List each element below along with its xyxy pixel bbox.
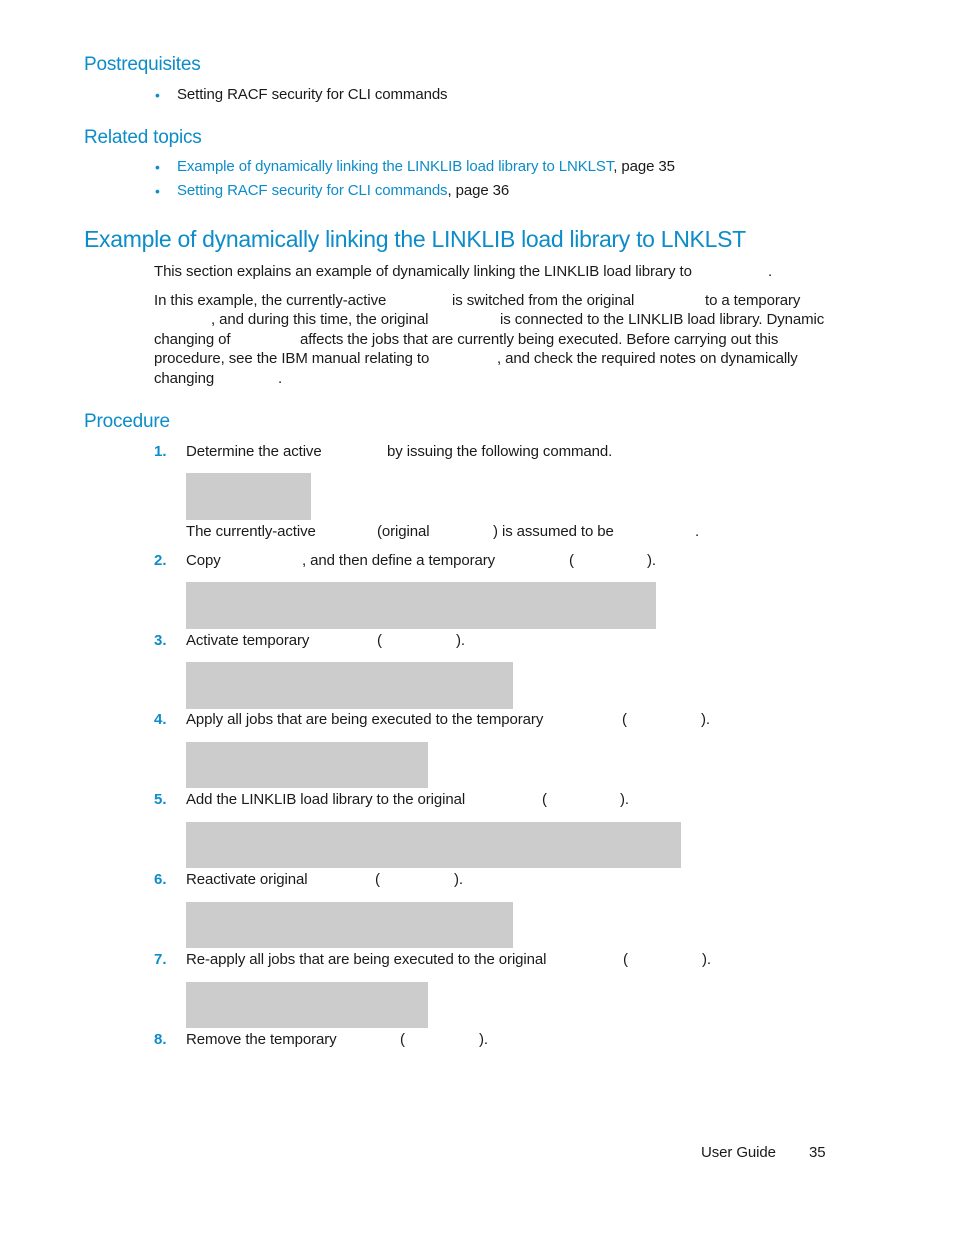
postrequisite-item: Setting RACF security for CLI commands	[177, 86, 448, 103]
para-text: is switched from the original	[452, 292, 635, 309]
step-text: Determine the active	[186, 443, 322, 460]
para-text: to a temporary	[705, 292, 801, 309]
related-topic-item: Example of dynamically linking the LINKL…	[177, 158, 675, 175]
step-text: ).	[701, 711, 710, 728]
code-block	[186, 822, 681, 868]
para-text: changing of	[154, 331, 231, 348]
related-topic-link[interactable]: Setting RACF security for CLI commands	[177, 182, 448, 199]
para-text: .	[278, 370, 283, 387]
step-number: 4.	[154, 711, 167, 728]
para-text: is connected to the LINKLIB load library…	[500, 311, 825, 328]
code-block	[186, 902, 513, 948]
step-note: The currently-active	[186, 523, 316, 540]
para-text: changing	[154, 370, 215, 387]
para-text: affects the jobs that are currently bein…	[300, 331, 779, 348]
step-number: 1.	[154, 443, 167, 460]
step-text: (	[623, 951, 628, 968]
step-text: (	[569, 552, 574, 569]
step-text: Remove the temporary	[186, 1031, 337, 1048]
para-text: procedure, see the IBM manual relating t…	[154, 350, 430, 367]
step-note: .	[695, 523, 700, 540]
step-text: Copy	[186, 552, 221, 569]
para-text: In this example, the currently-active	[154, 292, 387, 309]
step-text: Re-apply all jobs that are being execute…	[186, 951, 547, 968]
para-text: , and check the required notes on dynami…	[497, 350, 798, 367]
step-text: ).	[454, 871, 463, 888]
procedure-heading: Procedure	[84, 411, 170, 432]
page-number: 35	[809, 1144, 826, 1161]
section-intro-end: .	[768, 263, 773, 280]
page-ref: , page 36	[447, 182, 510, 199]
step-number: 2.	[154, 552, 167, 569]
step-note: ) is assumed to be	[493, 523, 614, 540]
step-number: 3.	[154, 632, 167, 649]
step-text: by issuing the following command.	[387, 443, 613, 460]
step-text: ).	[702, 951, 711, 968]
step-text: ).	[456, 632, 465, 649]
step-text: (	[622, 711, 627, 728]
code-block	[186, 662, 513, 709]
step-text: Activate temporary	[186, 632, 310, 649]
step-text: ).	[647, 552, 656, 569]
section-intro: This section explains an example of dyna…	[154, 263, 692, 280]
bullet-icon: •	[155, 159, 160, 175]
section-title: Example of dynamically linking the LINKL…	[84, 226, 746, 252]
step-text: (	[377, 632, 382, 649]
related-topic-link[interactable]: Example of dynamically linking the LINKL…	[177, 158, 613, 175]
related-topics-heading: Related topics	[84, 127, 202, 148]
code-block	[186, 742, 428, 788]
code-block	[186, 982, 428, 1028]
step-text: Reactivate original	[186, 871, 308, 888]
page-ref: , page 35	[613, 158, 675, 175]
step-text: (	[375, 871, 380, 888]
para-text: , and during this time, the original	[211, 311, 429, 328]
step-text: ).	[620, 791, 629, 808]
step-text: ).	[479, 1031, 488, 1048]
step-number: 6.	[154, 871, 167, 888]
bullet-icon: •	[155, 183, 160, 199]
step-text: (	[542, 791, 547, 808]
step-text: Apply all jobs that are being executed t…	[186, 711, 544, 728]
code-block	[186, 473, 311, 520]
step-number: 8.	[154, 1031, 167, 1048]
step-number: 5.	[154, 791, 167, 808]
step-text: Add the LINKLIB load library to the orig…	[186, 791, 466, 808]
footer-label: User Guide	[701, 1144, 776, 1161]
step-note: (original	[377, 523, 430, 540]
postrequisites-heading: Postrequisites	[84, 54, 201, 75]
step-text: (	[400, 1031, 405, 1048]
related-topic-item: Setting RACF security for CLI commands, …	[177, 182, 509, 199]
bullet-icon: •	[155, 87, 160, 103]
code-block	[186, 582, 656, 629]
step-number: 7.	[154, 951, 167, 968]
step-text: , and then define a temporary	[302, 552, 496, 569]
